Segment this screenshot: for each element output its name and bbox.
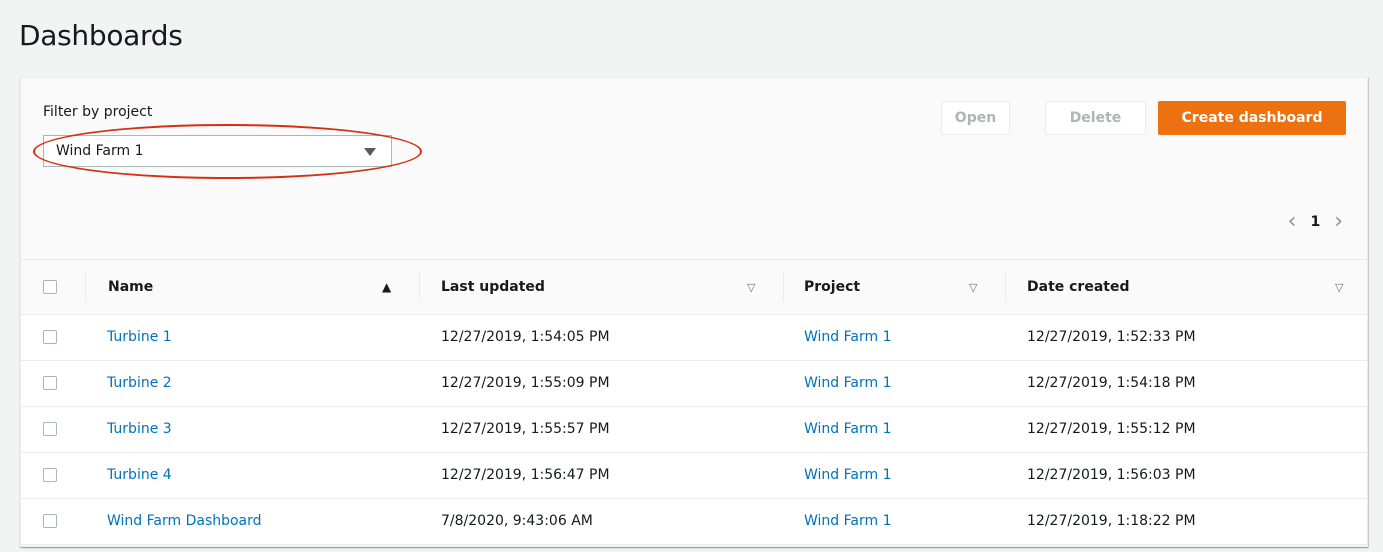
chevron-right-icon[interactable]: › <box>1334 211 1343 233</box>
page-title: Dashboards <box>19 19 183 52</box>
row-checkbox[interactable] <box>43 514 57 528</box>
delete-button[interactable]: Delete <box>1045 101 1146 135</box>
sort-icon[interactable]: ▽ <box>1335 260 1343 315</box>
last-updated-cell: 12/27/2019, 1:56:47 PM <box>441 467 610 483</box>
column-divider <box>1005 272 1006 302</box>
page-number[interactable]: 1 <box>1310 214 1320 230</box>
dashboard-name-link[interactable]: Turbine 4 <box>107 453 172 498</box>
sort-icon[interactable]: ▽ <box>747 260 755 315</box>
date-created-cell: 12/27/2019, 1:55:12 PM <box>1027 421 1196 437</box>
row-checkbox[interactable] <box>43 376 57 390</box>
project-link[interactable]: Wind Farm 1 <box>804 361 892 406</box>
project-filter-select[interactable]: Wind Farm 1 <box>43 135 392 167</box>
column-divider <box>783 272 784 302</box>
project-link[interactable]: Wind Farm 1 <box>804 499 892 544</box>
dashboard-name-link[interactable]: Wind Farm Dashboard <box>107 499 262 544</box>
date-created-cell: 12/27/2019, 1:56:03 PM <box>1027 467 1196 483</box>
table-row[interactable]: Turbine 3 12/27/2019, 1:55:57 PM Wind Fa… <box>21 407 1367 453</box>
dashboards-table: Name ▲ Last updated ▽ Project ▽ Date cre… <box>21 259 1367 545</box>
last-updated-cell: 12/27/2019, 1:54:05 PM <box>441 329 610 345</box>
column-header-date-created[interactable]: Date created <box>1027 260 1129 315</box>
last-updated-cell: 12/27/2019, 1:55:57 PM <box>441 421 610 437</box>
last-updated-cell: 12/27/2019, 1:55:09 PM <box>441 375 610 391</box>
table-row[interactable]: Turbine 1 12/27/2019, 1:54:05 PM Wind Fa… <box>21 315 1367 361</box>
dashboards-panel: Filter by project Wind Farm 1 Open Delet… <box>20 77 1368 547</box>
project-link[interactable]: Wind Farm 1 <box>804 315 892 360</box>
select-all-checkbox[interactable] <box>43 280 57 294</box>
open-button[interactable]: Open <box>941 101 1010 135</box>
column-header-last-updated[interactable]: Last updated <box>441 260 545 315</box>
date-created-cell: 12/27/2019, 1:52:33 PM <box>1027 329 1196 345</box>
table-row[interactable]: Turbine 2 12/27/2019, 1:55:09 PM Wind Fa… <box>21 361 1367 407</box>
sort-ascending-icon[interactable]: ▲ <box>382 260 391 315</box>
table-row[interactable]: Wind Farm Dashboard 7/8/2020, 9:43:06 AM… <box>21 499 1367 545</box>
dashboard-name-link[interactable]: Turbine 2 <box>107 361 172 406</box>
column-divider <box>85 272 86 302</box>
project-link[interactable]: Wind Farm 1 <box>804 407 892 452</box>
column-header-project[interactable]: Project <box>804 260 860 315</box>
table-row[interactable]: Turbine 4 12/27/2019, 1:56:47 PM Wind Fa… <box>21 453 1367 499</box>
row-checkbox[interactable] <box>43 422 57 436</box>
row-checkbox[interactable] <box>43 330 57 344</box>
sort-icon[interactable]: ▽ <box>969 260 977 315</box>
filter-label: Filter by project <box>43 104 153 120</box>
project-filter-value: Wind Farm 1 <box>56 143 144 159</box>
dashboard-name-link[interactable]: Turbine 1 <box>107 315 172 360</box>
pagination: ‹ 1 › <box>1288 211 1343 233</box>
table-header: Name ▲ Last updated ▽ Project ▽ Date cre… <box>21 259 1367 315</box>
create-dashboard-button[interactable]: Create dashboard <box>1158 101 1346 135</box>
column-header-name[interactable]: Name <box>108 260 153 315</box>
caret-down-icon <box>364 148 376 156</box>
dashboard-name-link[interactable]: Turbine 3 <box>107 407 172 452</box>
date-created-cell: 12/27/2019, 1:18:22 PM <box>1027 513 1196 529</box>
chevron-left-icon[interactable]: ‹ <box>1288 211 1297 233</box>
project-link[interactable]: Wind Farm 1 <box>804 453 892 498</box>
date-created-cell: 12/27/2019, 1:54:18 PM <box>1027 375 1196 391</box>
row-checkbox[interactable] <box>43 468 57 482</box>
last-updated-cell: 7/8/2020, 9:43:06 AM <box>441 513 593 529</box>
column-divider <box>419 272 420 302</box>
